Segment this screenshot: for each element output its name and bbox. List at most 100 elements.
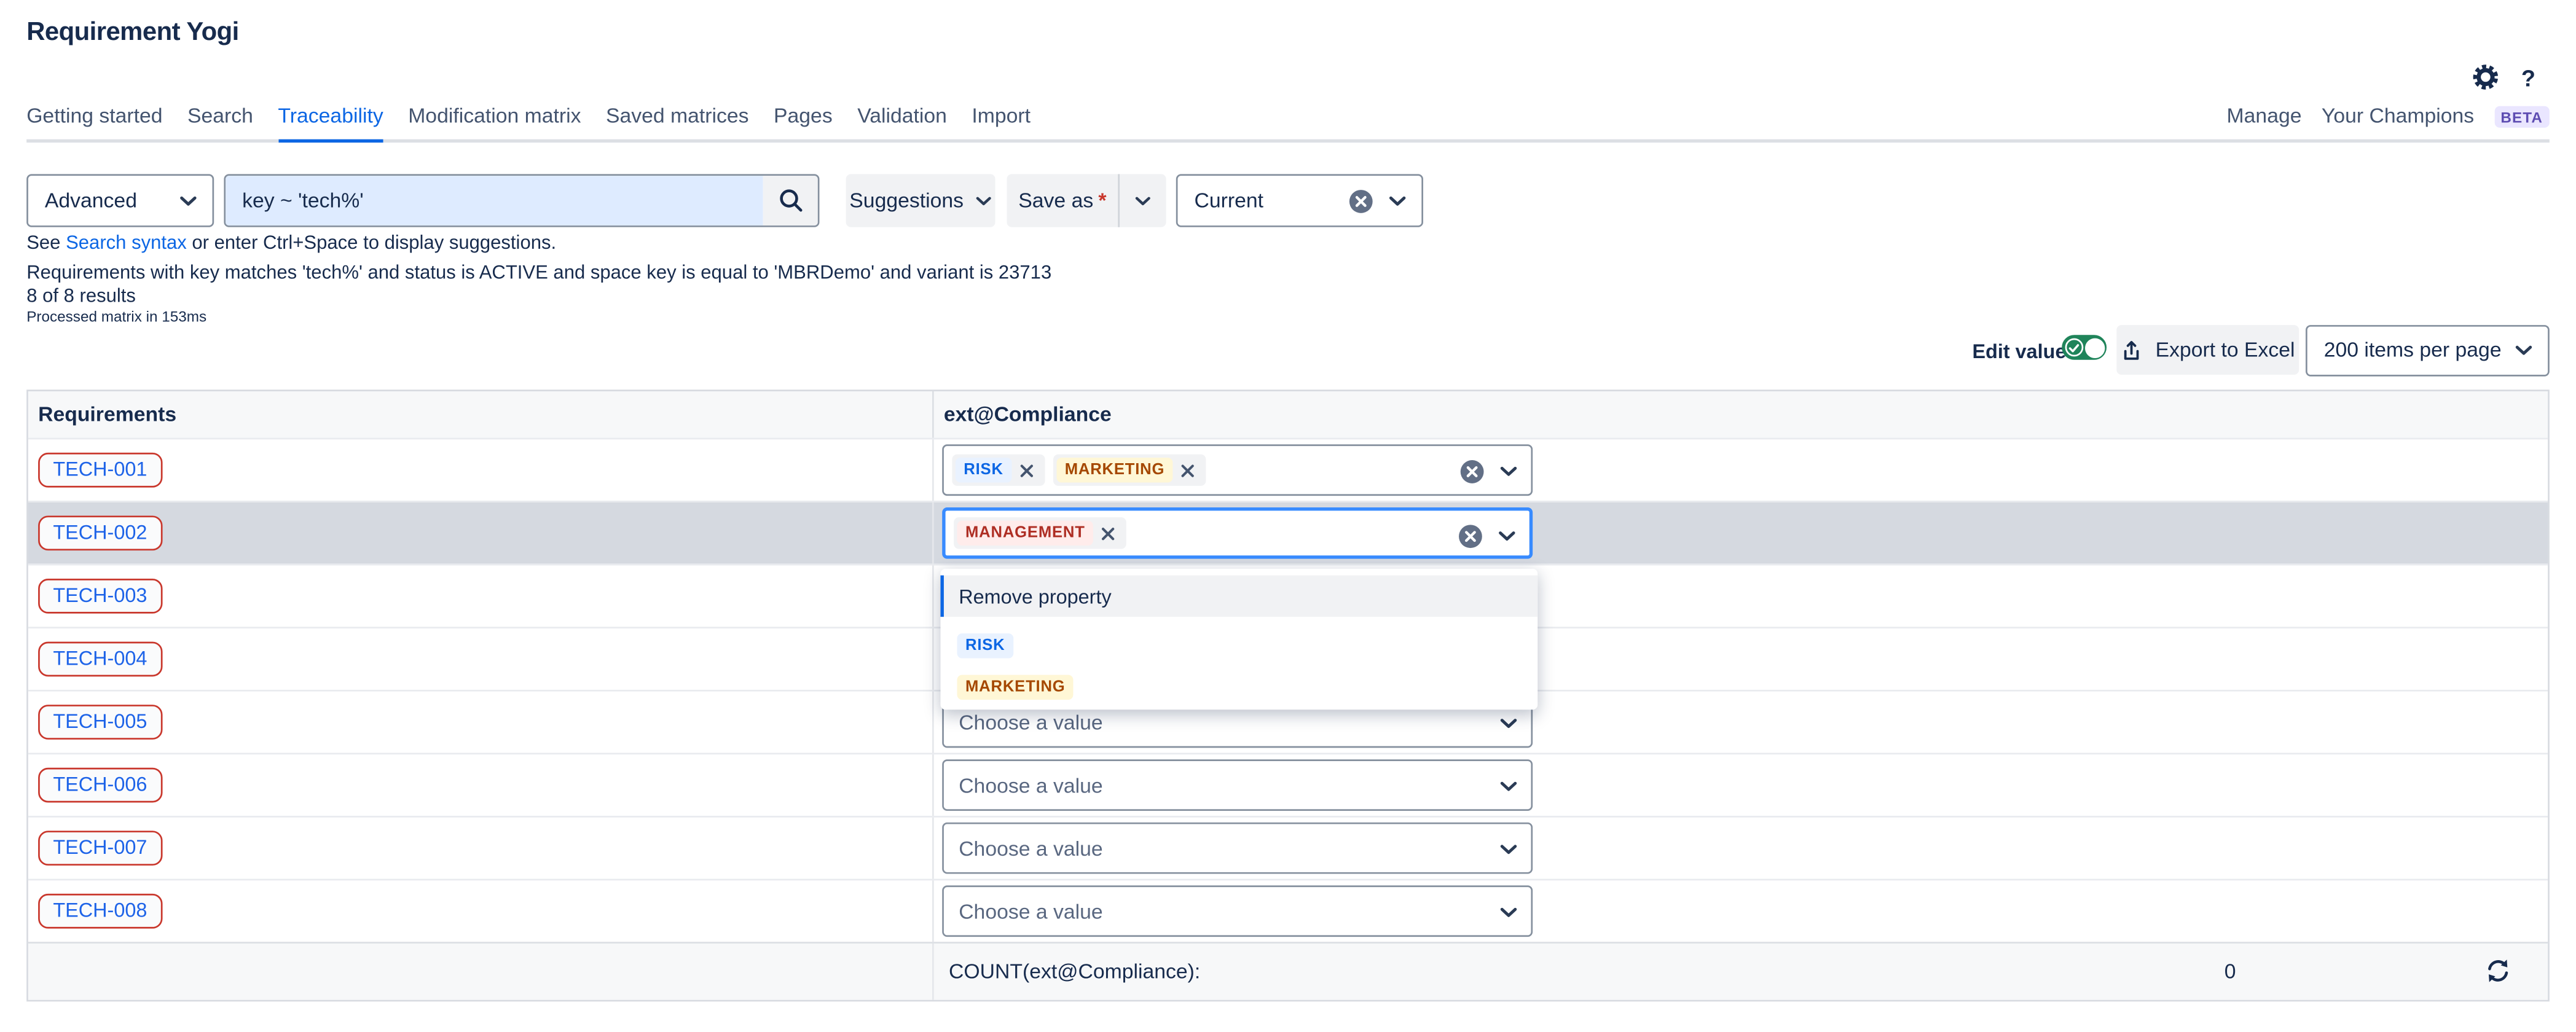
compliance-value-select[interactable]: Choose a value [942, 885, 1533, 937]
requirement-key-badge[interactable]: TECH-007 [38, 831, 162, 866]
select-placeholder: Choose a value [952, 773, 1102, 797]
table-row: TECH-008 Choose a value [28, 879, 2548, 942]
menu-item-option[interactable]: RISK [941, 617, 1538, 658]
compliance-cell: Choose a value [932, 880, 2548, 942]
tab-search[interactable]: Search [187, 104, 253, 139]
tab-saved-matrices[interactable]: Saved matrices [606, 104, 749, 139]
export-label: Export to Excel [2156, 338, 2295, 362]
value-tag: MANAGEMENT [954, 517, 1126, 549]
search-icon [777, 187, 804, 214]
manage-link[interactable]: Manage [2227, 104, 2302, 128]
tab-import[interactable]: Import [972, 104, 1031, 139]
save-as-button[interactable]: Save as * [1007, 174, 1118, 227]
count-value: 0 [2225, 960, 2236, 983]
select-placeholder: Choose a value [952, 711, 1102, 734]
chevron-down-icon[interactable] [1499, 718, 1518, 730]
table-header-row: Requirements ext@Compliance [28, 391, 2548, 438]
search-mode-select[interactable]: Advanced [26, 174, 214, 227]
your-champions-link[interactable]: Your Champions [2322, 104, 2474, 128]
requirement-cell: TECH-005 [28, 692, 932, 753]
table-row: TECH-002 MANAGEMENT [28, 501, 2548, 564]
requirement-key-badge[interactable]: TECH-006 [38, 768, 162, 803]
compliance-value-select[interactable]: RISK MARKETING [942, 444, 1533, 496]
compliance-value-select[interactable]: MANAGEMENT [942, 507, 1533, 559]
tag-label: RISK [957, 633, 1013, 658]
tag-label: MARKETING [1056, 458, 1173, 482]
menu-item-remove-property[interactable]: Remove property [941, 576, 1538, 617]
tab-getting-started[interactable]: Getting started [26, 104, 162, 139]
items-per-page-value: 200 items per page [2307, 338, 2515, 362]
clear-saved-search-icon[interactable] [1349, 188, 1373, 213]
requirement-key-badge[interactable]: TECH-004 [38, 642, 162, 677]
column-divider [932, 944, 934, 1000]
search-toolbar: Advanced Suggestions Save as * [26, 174, 2550, 229]
tag-label: MARKETING [957, 675, 1074, 700]
requirement-key-badge[interactable]: TECH-002 [38, 515, 162, 550]
syntax-hint-suffix: or enter Ctrl+Space to display suggestio… [187, 234, 556, 254]
search-field-group [224, 174, 819, 227]
help-icon[interactable]: ? [2521, 64, 2535, 90]
syntax-hint-prefix: See [26, 234, 66, 254]
chevron-down-icon [1388, 195, 1407, 206]
tab-traceability[interactable]: Traceability [278, 104, 383, 143]
requirement-cell: TECH-003 [28, 565, 932, 627]
chevron-down-icon[interactable] [1499, 781, 1518, 792]
table-row: TECH-007 Choose a value [28, 816, 2548, 879]
toggle-knob [2084, 337, 2104, 357]
chevron-down-icon [2515, 344, 2533, 356]
syntax-hint: See Search syntax or enter Ctrl+Space to… [26, 234, 556, 254]
refresh-icon[interactable] [2485, 958, 2511, 983]
save-as-menu-button[interactable] [1120, 174, 1166, 227]
remove-tag-icon[interactable] [1181, 463, 1195, 477]
select-placeholder: Choose a value [952, 899, 1102, 923]
clear-values-icon[interactable] [1459, 459, 1484, 484]
gear-icon[interactable] [2472, 63, 2500, 92]
requirement-yogi-page: Requirement Yogi ? Getting started Searc… [0, 0, 2576, 1032]
requirement-cell: TECH-008 [28, 880, 932, 942]
requirement-key-badge[interactable]: TECH-001 [38, 453, 162, 488]
chevron-down-icon[interactable] [1499, 844, 1518, 856]
saved-search-select[interactable]: Current [1176, 174, 1423, 227]
requirement-key-badge[interactable]: TECH-008 [38, 894, 162, 929]
tab-bar: Getting started Search Traceability Modi… [26, 100, 2550, 143]
processing-time: Processed matrix in 153ms [26, 308, 206, 325]
required-asterisk: * [1098, 189, 1106, 213]
value-tag: RISK [952, 455, 1045, 486]
beta-badge: BETA [2494, 105, 2550, 127]
search-button[interactable] [763, 176, 818, 225]
edit-values-toggle[interactable] [2062, 335, 2107, 359]
compliance-cell: Choose a value [932, 818, 2548, 879]
compliance-value-select[interactable]: Choose a value [942, 759, 1533, 811]
menu-item-option[interactable]: MARKETING [941, 659, 1538, 700]
tab-validation[interactable]: Validation [857, 104, 947, 139]
chevron-down-icon[interactable] [1498, 531, 1516, 542]
search-syntax-link[interactable]: Search syntax [66, 234, 187, 254]
chevron-down-icon [179, 195, 198, 206]
results-count: 8 of 8 results [26, 286, 136, 306]
requirement-key-badge[interactable]: TECH-005 [38, 705, 162, 740]
search-input[interactable] [226, 176, 763, 225]
requirement-cell: TECH-004 [28, 628, 932, 690]
suggestions-button[interactable]: Suggestions [846, 174, 995, 227]
remove-tag-icon[interactable] [1102, 526, 1115, 540]
requirement-key-badge[interactable]: TECH-003 [38, 579, 162, 614]
remove-tag-icon[interactable] [1020, 463, 1034, 477]
select-placeholder: Choose a value [952, 837, 1102, 860]
export-icon [2121, 337, 2144, 362]
count-label: COUNT(ext@Compliance): [949, 960, 1200, 983]
tab-modification-matrix[interactable]: Modification matrix [408, 104, 581, 139]
chevron-down-icon[interactable] [1499, 466, 1518, 478]
items-per-page-select[interactable]: 200 items per page [2306, 324, 2550, 376]
clear-values-icon[interactable] [1458, 524, 1483, 549]
page-title: Requirement Yogi [26, 18, 239, 49]
chevron-down-icon[interactable] [1499, 907, 1518, 919]
compliance-cell: MANAGEMENT [932, 502, 2548, 564]
requirement-cell: TECH-007 [28, 818, 932, 879]
check-icon [2065, 338, 2084, 357]
table-row: TECH-001 RISK MARKETING [28, 438, 2548, 501]
tab-pages[interactable]: Pages [774, 104, 833, 139]
requirement-cell: TECH-002 [28, 502, 932, 564]
compliance-value-select[interactable]: Choose a value [942, 823, 1533, 874]
export-to-excel-button[interactable]: Export to Excel [2116, 325, 2299, 375]
requirement-cell: TECH-001 [28, 439, 932, 501]
